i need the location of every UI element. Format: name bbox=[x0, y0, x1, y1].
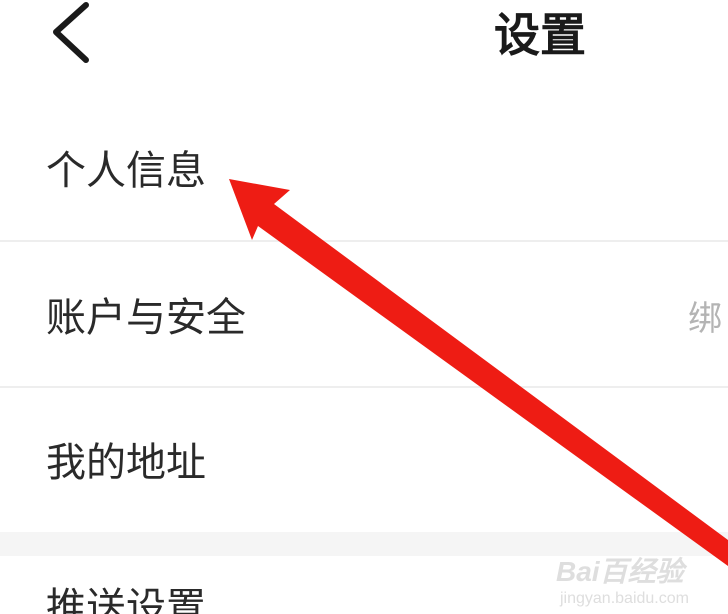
settings-item-my-address[interactable]: 我的地址 bbox=[0, 388, 728, 532]
settings-item-account-security[interactable]: 账户与安全 绑 bbox=[0, 242, 728, 386]
baidu-jingyan-watermark: Bai百经验 jingyan.baidu.com bbox=[548, 540, 718, 610]
back-button[interactable] bbox=[42, 0, 102, 70]
settings-item-label: 个人信息 bbox=[46, 148, 206, 194]
settings-item-label: 账户与安全 bbox=[46, 295, 246, 341]
header-bar: 设置 bbox=[0, 0, 728, 95]
settings-item-label: 推送设置 bbox=[46, 585, 206, 614]
settings-item-value: 绑 bbox=[688, 299, 722, 339]
settings-item-label: 我的地址 bbox=[46, 440, 206, 486]
chevron-left-icon bbox=[53, 2, 89, 63]
settings-item-personal-info[interactable]: 个人信息 bbox=[0, 95, 728, 240]
watermark-brand: Bai百经验 bbox=[556, 556, 684, 587]
page-title: 设置 bbox=[494, 8, 586, 62]
watermark-url: jingyan.baidu.com bbox=[560, 590, 689, 607]
